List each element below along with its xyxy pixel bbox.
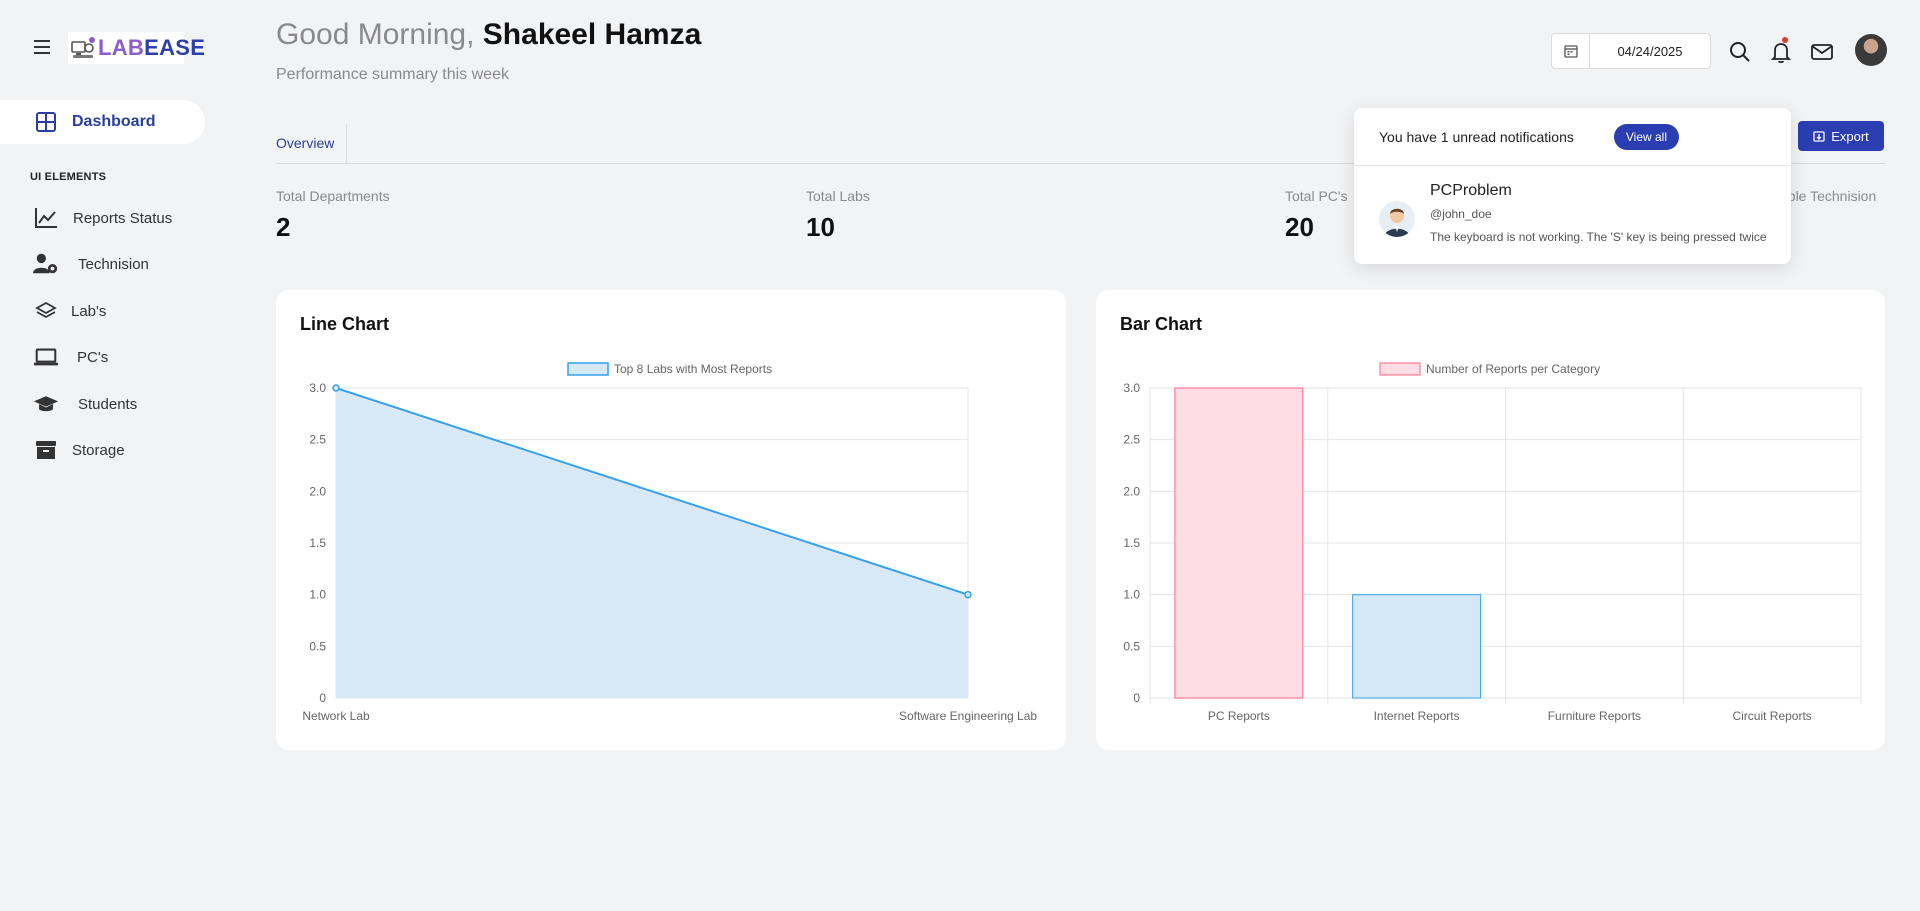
sidebar-item-label: Lab's	[71, 302, 107, 320]
bar-chart-card: Bar Chart 0 0.5 1.0 1.5 2.0 2.5 3.0 PC Reports I…	[1096, 290, 1885, 750]
archive-icon	[33, 437, 59, 463]
layers-icon	[33, 298, 59, 324]
y-tick-label: 0	[1133, 691, 1140, 705]
notification-user: @john_doe	[1430, 207, 1492, 221]
data-point	[964, 590, 972, 599]
user-avatar-icon	[1379, 201, 1415, 237]
mail-icon[interactable]	[1810, 40, 1834, 64]
notification-title: PCProblem	[1430, 182, 1512, 199]
line-chart-card: Line Chart 0 0.5 1.0 1.5 2.0 2.5 3.0 Network La…	[276, 290, 1066, 750]
sidebar-item-students[interactable]: Students	[0, 384, 205, 424]
search-icon[interactable]	[1728, 40, 1752, 64]
bar	[1352, 594, 1482, 699]
y-tick-label: 3.0	[1123, 381, 1140, 395]
brand-name: LABEASE	[98, 35, 206, 60]
stat-departments: Total Departments 2	[276, 188, 390, 243]
y-tick-label: 0.5	[1123, 639, 1140, 653]
bar	[1174, 387, 1304, 699]
sidebar-item-pcs[interactable]: PC's	[0, 337, 205, 377]
export-button[interactable]: Export	[1798, 121, 1884, 151]
notification-dot	[1782, 37, 1788, 43]
legend-label: Number of Reports per Category	[1426, 362, 1600, 376]
data-point	[332, 384, 340, 392]
y-tick-label: 1.5	[309, 536, 326, 550]
x-tick-label: Software Engineering Lab	[899, 709, 1037, 723]
sidebar: LABEASE Dashboard UI ELEMENTS Reports St…	[0, 0, 215, 911]
y-tick-label: 3.0	[309, 381, 326, 395]
bell-icon[interactable]	[1769, 40, 1793, 64]
stat-labs: Total Labs 10	[806, 188, 870, 243]
sidebar-item-dashboard[interactable]: Dashboard	[0, 100, 205, 144]
x-tick-label: Furniture Reports	[1548, 709, 1641, 723]
graduation-cap-icon	[33, 391, 59, 417]
y-tick-label: 1.5	[1123, 536, 1140, 550]
x-tick-label: PC Reports	[1208, 709, 1270, 723]
date-picker[interactable]: 04/24/2025	[1551, 33, 1711, 69]
legend-swatch	[1379, 362, 1421, 376]
line-chart-icon	[33, 205, 59, 231]
sidebar-item-reports-status[interactable]: Reports Status	[0, 198, 205, 238]
stat-pcs: Total PC's 20	[1285, 188, 1348, 243]
line-chart: 0 0.5 1.0 1.5 2.0 2.5 3.0 Network Lab Software E…	[302, 362, 1037, 723]
tab-overview[interactable]: Overview	[276, 124, 334, 162]
section-title: UI ELEMENTS	[30, 171, 107, 183]
y-tick-label: 2.0	[309, 484, 326, 498]
x-tick-label: Circuit Reports	[1732, 709, 1811, 723]
menu-icon[interactable]	[34, 40, 50, 54]
y-tick-label: 1.0	[1123, 588, 1140, 602]
stat-value: 20	[1285, 212, 1314, 242]
stat-label: Total Labs	[806, 188, 870, 204]
user-gear-icon	[33, 251, 59, 277]
export-icon	[1813, 131, 1825, 142]
stat-label: able Technision	[1780, 188, 1877, 204]
page-subtitle: Performance summary this week	[276, 66, 509, 83]
y-tick-label: 2.5	[309, 433, 326, 447]
sidebar-item-label: Dashboard	[72, 113, 156, 130]
stat-label: Total Departments	[276, 188, 390, 204]
export-label: Export	[1831, 128, 1869, 144]
notification-count-text: You have 1 unread notifications	[1379, 128, 1574, 145]
greeting: Good Morning, Shakeel Hamza	[276, 18, 702, 51]
sidebar-item-label: Storage	[72, 441, 125, 459]
sidebar-item-labs[interactable]: Lab's	[0, 291, 205, 331]
user-name: Shakeel Hamza	[482, 18, 702, 51]
y-tick-label: 0	[319, 691, 326, 705]
notification-dropdown: You have 1 unread notifications View all…	[1354, 108, 1791, 264]
laptop-icon	[33, 344, 59, 370]
y-tick-label: 2.5	[1123, 433, 1140, 447]
sidebar-item-label: Reports Status	[73, 209, 173, 227]
legend-label: Top 8 Labs with Most Reports	[614, 362, 772, 376]
grid-icon	[36, 112, 56, 132]
stat-value: 2	[276, 212, 291, 242]
sidebar-item-label: PC's	[77, 348, 109, 366]
sidebar-item-technision[interactable]: Technision	[0, 244, 205, 284]
stat-value: 10	[806, 212, 835, 242]
x-tick-label: Internet Reports	[1374, 709, 1460, 723]
x-tick-label: Network Lab	[302, 709, 370, 723]
notification-header: You have 1 unread notifications View all	[1354, 108, 1791, 166]
view-all-button[interactable]: View all	[1613, 123, 1679, 150]
sidebar-item-label: Students	[78, 395, 138, 413]
legend-swatch	[567, 362, 609, 376]
bar-chart: 0 0.5 1.0 1.5 2.0 2.5 3.0 PC Reports Internet Re…	[1123, 362, 1862, 723]
avatar[interactable]	[1855, 34, 1887, 66]
y-tick-label: 2.0	[1123, 484, 1140, 498]
tab-bar: Overview	[276, 124, 347, 164]
notification-message: The keyboard is not working. The 'S' key…	[1430, 230, 1767, 244]
date-value: 04/24/2025	[1617, 43, 1683, 59]
sidebar-item-label: Technision	[78, 255, 149, 273]
stat-label: Total PC's	[1285, 188, 1348, 204]
calendar-icon	[1552, 34, 1590, 68]
brand-logo[interactable]: LABEASE	[68, 32, 205, 64]
y-tick-label: 0.5	[309, 639, 326, 653]
sidebar-item-storage[interactable]: Storage	[0, 430, 205, 470]
lab-logo-icon	[70, 35, 96, 61]
tab-divider	[346, 124, 347, 164]
y-tick-label: 1.0	[309, 588, 326, 602]
notification-item[interactable]: PCProblem @john_doe The keyboard is not …	[1354, 166, 1791, 264]
stat-technisions: able Technision	[1780, 188, 1876, 204]
